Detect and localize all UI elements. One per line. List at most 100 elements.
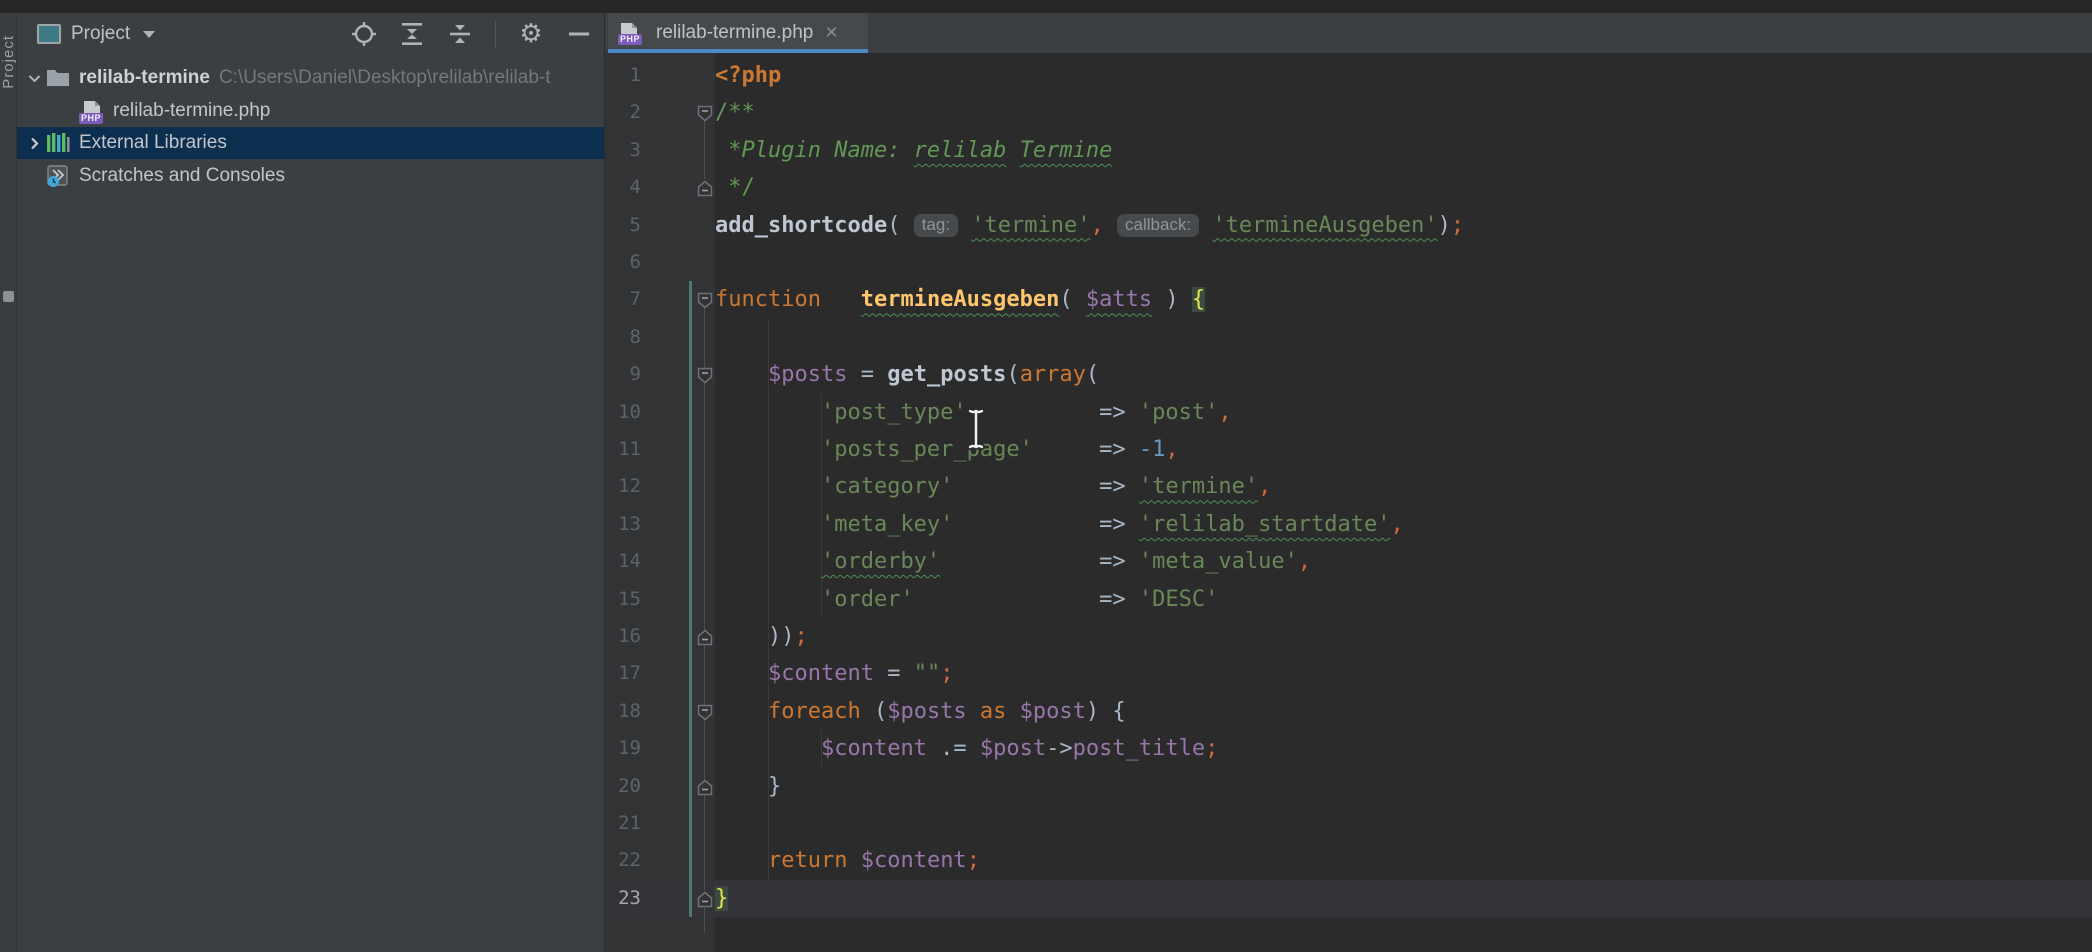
code-line-9[interactable]: 9 $posts = get_posts(array( xyxy=(605,356,2092,394)
line-number: 15 xyxy=(605,581,641,618)
chevron-down-icon xyxy=(28,74,41,83)
header-separator xyxy=(495,21,496,47)
chevron-right-icon[interactable] xyxy=(23,137,45,150)
title-bar xyxy=(0,0,2092,13)
line-number: 16 xyxy=(605,618,641,655)
php-file-icon: PHP xyxy=(618,22,640,44)
code-text: $content = ""; xyxy=(715,655,953,692)
code-line-5[interactable]: 5add_shortcode( tag: 'termine', callback… xyxy=(605,207,2092,245)
close-icon[interactable]: × xyxy=(825,24,837,42)
fold-end-icon[interactable] xyxy=(697,180,713,196)
line-number: 13 xyxy=(605,506,641,543)
tree-row-relilab-termine-php[interactable]: PHPrelilab-termine.php xyxy=(17,95,604,127)
code-line-8[interactable]: 8 xyxy=(605,319,2092,357)
libraries-icon xyxy=(46,132,70,154)
code-line-22[interactable]: 22 return $content; xyxy=(605,842,2092,880)
code-line-21[interactable]: 21 xyxy=(605,805,2092,843)
line-number: 12 xyxy=(605,468,641,505)
code-line-16[interactable]: 16 )); xyxy=(605,618,2092,656)
fold-start-icon[interactable] xyxy=(697,367,713,383)
code-text: */ xyxy=(715,169,755,206)
fold-end-icon[interactable] xyxy=(697,779,713,795)
tree-row-scratches-and-consoles[interactable]: Scratches and Consoles xyxy=(17,160,604,192)
code-line-13[interactable]: 13 'meta_key' => 'relilab_startdate', xyxy=(605,506,2092,544)
project-tool-icon xyxy=(37,24,61,44)
code-line-17[interactable]: 17 $content = ""; xyxy=(605,655,2092,693)
stripe-tool-icon[interactable] xyxy=(3,291,14,302)
code-text: foreach ($posts as $post) { xyxy=(715,693,1126,730)
php-icon: PHP xyxy=(79,99,105,123)
line-number: 19 xyxy=(605,730,641,767)
tab-relilab-termine-php[interactable]: PHP relilab-termine.php × xyxy=(608,13,868,53)
tree-row-relilab-termine[interactable]: relilab-termineC:\Users\Daniel\Desktop\r… xyxy=(17,62,604,94)
line-number: 21 xyxy=(605,805,641,842)
code-text: return $content; xyxy=(715,842,980,879)
project-panel-title[interactable]: Project xyxy=(71,23,130,45)
code-line-14[interactable]: 14 'orderby' => 'meta_value', xyxy=(605,543,2092,581)
tree-item-path: C:\Users\Daniel\Desktop\relilab\relilab-… xyxy=(219,67,551,89)
code-line-6[interactable]: 6 xyxy=(605,244,2092,282)
chevron-down-icon[interactable] xyxy=(142,30,156,39)
code-text: 'orderby' => 'meta_value', xyxy=(715,543,1311,580)
line-number: 5 xyxy=(605,207,641,244)
tool-window-stripe: Project xyxy=(0,13,17,952)
fold-end-icon[interactable] xyxy=(697,891,713,907)
code-editor-surface[interactable]: 1<?php2/**3 *Plugin Name: relilab Termin… xyxy=(605,53,2092,952)
collapse-all-icon[interactable] xyxy=(399,21,425,47)
line-number: 11 xyxy=(605,431,641,468)
chevron-down-icon[interactable] xyxy=(23,74,45,83)
code-text: 'category' => 'termine', xyxy=(715,468,1271,505)
fold-start-icon[interactable] xyxy=(697,105,713,121)
fold-start-icon[interactable] xyxy=(697,704,713,720)
code-text: $posts = get_posts(array( xyxy=(715,356,1099,393)
code-line-11[interactable]: 11 'posts_per_page' => -1, xyxy=(605,431,2092,469)
code-line-4[interactable]: 4 */ xyxy=(605,169,2092,207)
hide-panel-icon[interactable] xyxy=(566,21,592,47)
parameter-hint: tag: xyxy=(914,214,958,237)
parameter-hint: callback: xyxy=(1117,214,1199,237)
code-text: *Plugin Name: relilab Termine xyxy=(715,132,1112,169)
line-number: 10 xyxy=(605,394,641,431)
line-number: 17 xyxy=(605,655,641,692)
code-line-1[interactable]: 1<?php xyxy=(605,57,2092,95)
editor-tab-bar: PHP relilab-termine.php × xyxy=(605,13,2092,53)
code-line-10[interactable]: 10 'post_type' => 'post', xyxy=(605,394,2092,432)
code-text: )); xyxy=(715,618,808,655)
code-line-12[interactable]: 12 'category' => 'termine', xyxy=(605,468,2092,506)
code-line-2[interactable]: 2/** xyxy=(605,94,2092,132)
code-line-20[interactable]: 20 } xyxy=(605,768,2092,806)
tree-item-label: External Libraries xyxy=(79,132,227,154)
code-text: } xyxy=(715,768,781,805)
code-line-23[interactable]: 23} xyxy=(605,880,2092,918)
locate-icon[interactable] xyxy=(351,21,377,47)
project-panel-header: Project xyxy=(17,13,604,55)
code-text: function termineAusgeben( $atts ) { xyxy=(715,281,1205,318)
tree-row-external-libraries[interactable]: External Libraries xyxy=(17,127,604,159)
line-number: 23 xyxy=(605,880,641,917)
line-number: 14 xyxy=(605,543,641,580)
project-panel: Project xyxy=(17,13,605,952)
stripe-project-button[interactable]: Project xyxy=(0,35,16,89)
line-number: 1 xyxy=(605,57,641,94)
tree-item-label: Scratches and Consoles xyxy=(79,165,285,187)
code-line-3[interactable]: 3 *Plugin Name: relilab Termine xyxy=(605,132,2092,170)
code-line-7[interactable]: 7 function termineAusgeben( $atts ) { xyxy=(605,281,2092,319)
line-number: 4 xyxy=(605,169,641,206)
gear-icon[interactable]: ⚙ xyxy=(518,21,544,47)
line-number: 9 xyxy=(605,356,641,393)
code-line-19[interactable]: 19 $content .= $post->post_title; xyxy=(605,730,2092,768)
folder-icon xyxy=(45,66,71,90)
code-text: 'posts_per_page' => -1, xyxy=(715,431,1179,468)
unfold-icon[interactable] xyxy=(447,21,473,47)
fold-end-icon[interactable] xyxy=(697,629,713,645)
code-text: $content .= $post->post_title; xyxy=(715,730,1218,767)
folder-icon xyxy=(46,68,70,88)
fold-start-icon[interactable] xyxy=(697,292,713,308)
line-number: 6 xyxy=(605,244,641,281)
libraries-icon xyxy=(45,131,71,155)
code-text: 'meta_key' => 'relilab_startdate', xyxy=(715,506,1404,543)
line-number: 7 xyxy=(605,281,641,318)
code-line-18[interactable]: 18 foreach ($posts as $post) { xyxy=(605,693,2092,731)
code-line-15[interactable]: 15 'order' => 'DESC' xyxy=(605,581,2092,619)
editor-area: PHP relilab-termine.php × 1<?php2/**3 *P… xyxy=(605,13,2092,952)
